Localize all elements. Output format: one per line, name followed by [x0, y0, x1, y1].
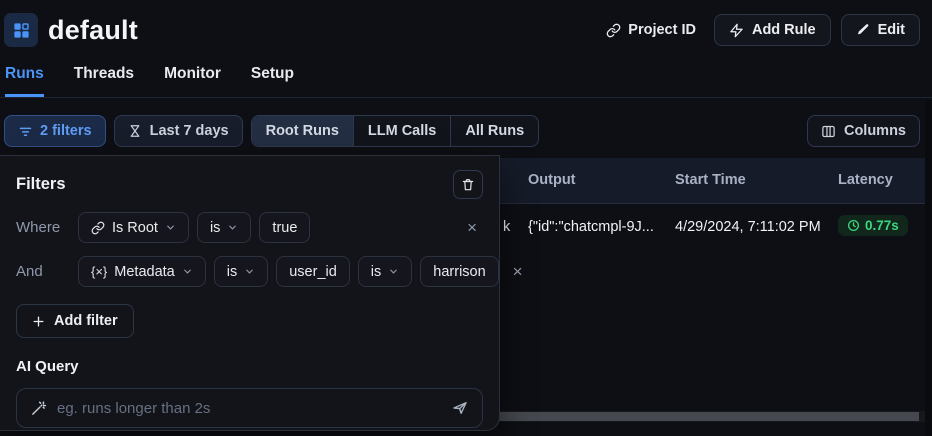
segment-root-runs[interactable]: Root Runs: [252, 116, 354, 146]
latency-badge: 0.77s: [838, 215, 908, 236]
run-type-segmented-control: Root Runs LLM Calls All Runs: [251, 115, 540, 147]
filter-field-label: Metadata: [114, 264, 174, 280]
project-id-button[interactable]: Project ID: [598, 16, 704, 44]
column-header-output[interactable]: Output: [528, 172, 576, 188]
filter-field-dropdown[interactable]: {×} Metadata: [78, 256, 206, 287]
remove-filter-button[interactable]: ×: [507, 261, 529, 282]
remove-filter-button[interactable]: ×: [461, 217, 483, 238]
filter-value-label: harrison: [433, 264, 485, 280]
chevron-down-icon: [227, 222, 238, 233]
header-actions: Project ID Add Rule Edit: [598, 14, 920, 46]
filter-operator-label: is: [227, 264, 237, 280]
filter-row-and: And {×} Metadata is user_id is: [16, 256, 483, 287]
clear-filters-button[interactable]: [453, 170, 483, 199]
filter-value[interactable]: harrison: [420, 256, 498, 287]
vertical-scrollbar-track[interactable]: [925, 100, 932, 436]
filter-field-dropdown[interactable]: Is Root: [78, 212, 189, 243]
lightning-icon: [729, 23, 744, 38]
project-grid-icon: [4, 13, 38, 47]
project-page: Output Start Time Latency k {"id":"chatc…: [0, 0, 932, 436]
filter-connector: And: [16, 263, 70, 280]
pencil-icon: [856, 23, 870, 37]
filter-bar: 2 filters Last 7 days Root Runs LLM Call…: [0, 98, 932, 147]
cell-output: {"id":"chatcmpl-9J...: [528, 219, 654, 235]
date-range-label: Last 7 days: [150, 123, 229, 139]
filter-field-label: Is Root: [112, 220, 158, 236]
link-icon: [91, 221, 105, 235]
chevron-down-icon: [244, 266, 255, 277]
trash-icon: [461, 178, 475, 192]
hourglass-icon: [128, 124, 142, 138]
add-filter-button[interactable]: Add filter: [16, 304, 134, 338]
segment-all-runs[interactable]: All Runs: [451, 116, 538, 146]
project-id-label: Project ID: [628, 22, 696, 38]
filter-metadata-key[interactable]: user_id: [276, 256, 350, 287]
chevron-down-icon: [388, 266, 399, 277]
tab-monitor[interactable]: Monitor: [164, 65, 221, 97]
edit-button[interactable]: Edit: [841, 14, 920, 46]
latency-value: 0.77s: [865, 218, 899, 233]
filter-funnel-icon: [18, 124, 33, 139]
magic-wand-icon: [30, 400, 47, 417]
link-icon: [606, 23, 621, 38]
filter-value-label: true: [272, 220, 297, 236]
filter-value[interactable]: true: [259, 212, 310, 243]
send-icon[interactable]: [451, 399, 469, 417]
cell-start-time: 4/29/2024, 7:11:02 PM: [675, 219, 821, 235]
filters-panel-title: Filters: [16, 175, 66, 194]
column-header-latency[interactable]: Latency: [838, 172, 893, 188]
chevron-down-icon: [182, 266, 193, 277]
ai-query-label: AI Query: [16, 358, 483, 375]
column-header-start-time[interactable]: Start Time: [675, 172, 746, 188]
filter-key-operator-dropdown[interactable]: is: [358, 256, 412, 287]
filter-key-operator-label: is: [371, 264, 381, 280]
ai-query-input[interactable]: [57, 400, 441, 417]
columns-button-label: Columns: [844, 123, 906, 139]
cell-latency: 0.77s: [838, 215, 908, 236]
filter-operator-label: is: [210, 220, 220, 236]
filter-row-where: Where Is Root is true ×: [16, 212, 483, 243]
filter-operator-dropdown[interactable]: is: [214, 256, 268, 287]
date-range-button[interactable]: Last 7 days: [114, 115, 243, 147]
add-rule-button[interactable]: Add Rule: [714, 14, 831, 46]
edit-label: Edit: [878, 22, 905, 38]
filter-key-label: user_id: [289, 264, 337, 280]
tab-runs[interactable]: Runs: [5, 65, 44, 97]
plus-icon: [32, 315, 45, 328]
filters-button[interactable]: 2 filters: [4, 115, 106, 147]
ai-query-inputbox: [16, 388, 483, 428]
page-title: default: [48, 15, 138, 46]
filters-button-label: 2 filters: [40, 123, 92, 139]
metadata-braces-icon: {×}: [91, 264, 107, 279]
columns-button[interactable]: Columns: [807, 115, 920, 147]
tab-bar: Runs Threads Monitor Setup: [0, 50, 932, 98]
tab-setup[interactable]: Setup: [251, 65, 294, 97]
clock-icon: [847, 219, 860, 232]
tab-threads[interactable]: Threads: [74, 65, 134, 97]
add-rule-label: Add Rule: [752, 22, 816, 38]
add-filter-label: Add filter: [54, 313, 118, 329]
filters-popover: Filters Where Is Root is: [0, 155, 500, 431]
header: default Project ID Add Rule Edit: [0, 0, 932, 50]
filter-connector: Where: [16, 219, 70, 236]
segment-llm-calls[interactable]: LLM Calls: [354, 116, 451, 146]
chevron-down-icon: [165, 222, 176, 233]
filter-operator-dropdown[interactable]: is: [197, 212, 251, 243]
columns-icon: [821, 124, 836, 139]
cell-truncated: k: [503, 219, 510, 235]
